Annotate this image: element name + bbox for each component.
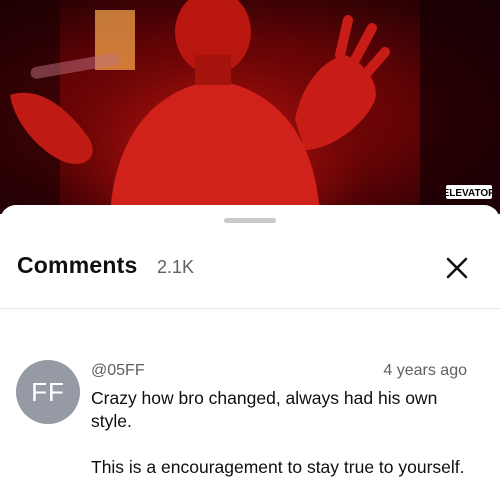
comments-title: Comments	[17, 252, 138, 278]
header-divider	[0, 308, 500, 309]
comment-paragraph: This is a encouragement to stay true to …	[91, 457, 465, 477]
close-icon	[446, 257, 468, 279]
comment-time: 4 years ago	[383, 362, 467, 379]
video-player[interactable]: ELEVATOR	[0, 0, 500, 214]
comment-paragraph: Crazy how bro changed, always had his ow…	[91, 388, 438, 431]
elevator-logo: ELEVATOR	[446, 185, 492, 199]
comment-text: Crazy how bro changed, always had his ow…	[91, 387, 471, 479]
video-frame	[0, 0, 500, 214]
avatar[interactable]: FF	[16, 360, 80, 424]
close-button[interactable]	[440, 251, 474, 285]
drag-handle[interactable]	[224, 218, 276, 223]
comment-author[interactable]: @05FF	[91, 362, 145, 380]
comments-count: 2.1K	[157, 257, 195, 277]
comments-sheet: Comments 2.1K FF @05FF 4 years ago Crazy…	[0, 205, 500, 500]
avatar-initials: FF	[31, 376, 65, 407]
svg-text:ELEVATOR: ELEVATOR	[446, 188, 492, 199]
